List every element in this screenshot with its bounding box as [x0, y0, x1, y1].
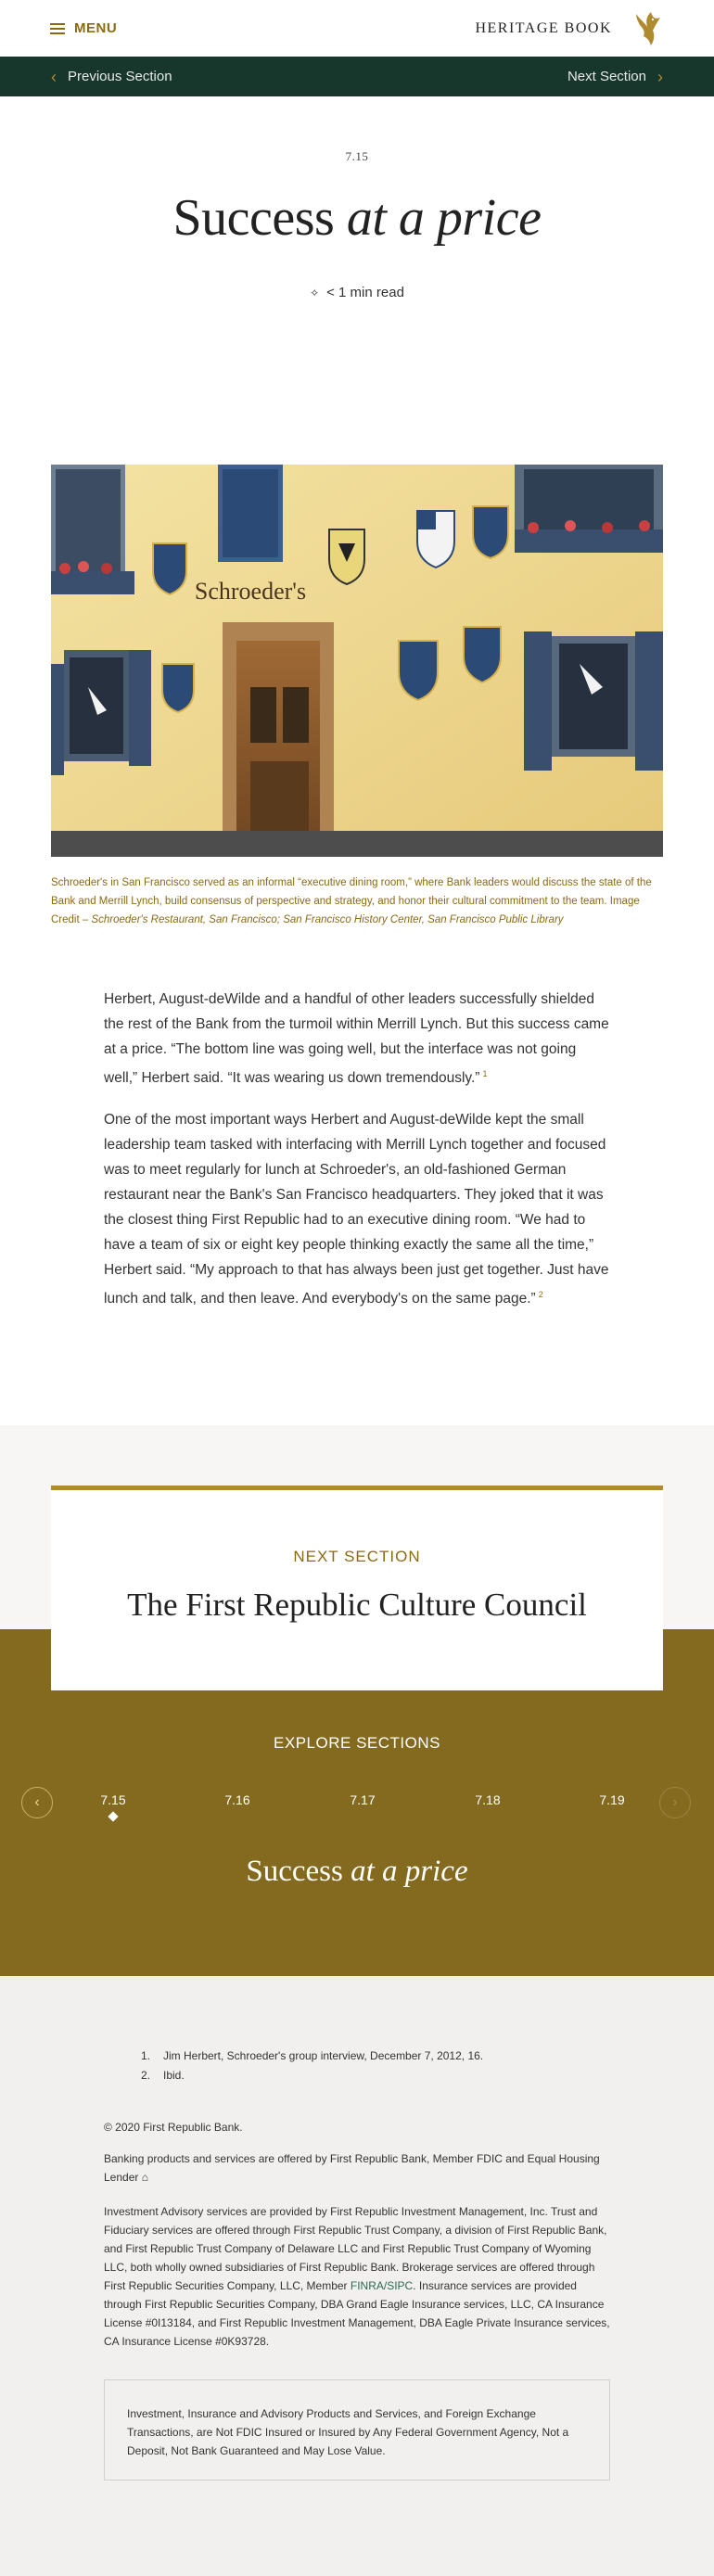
- section-nav: ‹ Previous Section Next Section ›: [0, 57, 714, 96]
- chevron-left-icon: ‹: [51, 67, 57, 86]
- carousel-item-label: 7.18: [475, 1792, 501, 1807]
- chevron-right-icon: ›: [657, 67, 663, 86]
- hamburger-icon: [50, 22, 65, 34]
- carousel-item-label: 7.17: [350, 1792, 376, 1807]
- footer: 1. Jim Herbert, Schroeder's group intervi…: [0, 1976, 714, 2576]
- paragraph: Herbert, August-deWilde and a handful of…: [104, 987, 610, 1090]
- title-italic: at a price: [346, 189, 542, 247]
- carousel-item[interactable]: 7.17: [335, 1792, 390, 1807]
- sparkle-icon: ✧: [310, 286, 320, 300]
- footnote-number: 1.: [141, 2049, 151, 2062]
- footnote-item: 1. Jim Herbert, Schroeder's group intervi…: [141, 2047, 610, 2066]
- read-time: ✧ < 1 min read: [0, 285, 714, 300]
- investment-notice: Investment Advisory services are provide…: [104, 2202, 610, 2351]
- section-number: 7.15: [345, 149, 369, 163]
- carousel-item[interactable]: 7.18: [460, 1792, 516, 1807]
- figure: Schroeder's Schroeder's in San Francisco…: [0, 465, 714, 929]
- footnote-link[interactable]: 1: [482, 1069, 487, 1078]
- article-body: Herbert, August-deWilde and a handful of…: [0, 929, 714, 1425]
- explore-sections-heading: EXPLORE SECTIONS: [274, 1734, 440, 1752]
- restaurant-photo: Schroeder's: [51, 465, 663, 857]
- finra-sipc-link[interactable]: FINRA/SIPC: [351, 2279, 413, 2292]
- next-section-link[interactable]: Next Section ›: [567, 69, 663, 85]
- explore-current-title: Success at a price: [0, 1855, 714, 1889]
- next-section-title: The First Republic Culture Council: [127, 1587, 587, 1623]
- image-caption: Schroeder's in San Francisco served as a…: [51, 874, 663, 929]
- sign-text: Schroeder's: [195, 578, 306, 605]
- copyright: © 2020 First Republic Bank.: [104, 2121, 243, 2134]
- carousel-item[interactable]: 7.19: [584, 1792, 640, 1807]
- disclaimer-box: Investment, Insurance and Advisory Produ…: [104, 2379, 610, 2480]
- explore-title-plain: Success: [246, 1855, 351, 1888]
- footnote-number: 2.: [141, 2069, 151, 2082]
- carousel-item-label: 7.15: [100, 1792, 126, 1807]
- previous-section-label: Previous Section: [68, 69, 172, 84]
- banking-text: Banking products and services are offere…: [104, 2152, 600, 2184]
- paragraph-text: Herbert, August-deWilde and a handful of…: [104, 991, 609, 1087]
- chevron-left-icon: ‹: [34, 1794, 40, 1810]
- next-section-card[interactable]: NEXT SECTION The First Republic Culture …: [51, 1486, 663, 1690]
- read-time-label: < 1 min read: [326, 285, 404, 300]
- footnote-link[interactable]: 2: [539, 1290, 543, 1299]
- brand-title: HERITAGE BOOK: [475, 19, 612, 36]
- caption-credit: Schroeder's Restaurant, San Francisco; S…: [91, 914, 564, 925]
- footnotes-list: 1. Jim Herbert, Schroeder's group intervi…: [141, 2047, 610, 2085]
- title-plain: Success: [172, 189, 347, 247]
- equal-housing-icon: ⌂: [141, 2171, 148, 2184]
- previous-section-link[interactable]: ‹ Previous Section: [51, 69, 172, 85]
- hero: 7.15 Success at a price ✧ < 1 min read: [0, 96, 714, 465]
- chevron-right-icon: ›: [672, 1794, 678, 1810]
- menu-label: MENU: [74, 20, 118, 36]
- menu-button[interactable]: MENU: [50, 20, 117, 36]
- banking-notice: Banking products and services are offere…: [104, 2149, 610, 2187]
- eagle-logo-icon: [636, 11, 660, 45]
- carousel-item-label: 7.19: [599, 1792, 625, 1807]
- paragraph: One of the most important ways Herbert a…: [104, 1107, 610, 1311]
- page-title: Success at a price: [0, 188, 714, 248]
- carousel-prev-button[interactable]: ‹: [21, 1787, 53, 1818]
- footnote-text: Ibid.: [163, 2069, 185, 2082]
- section-carousel: ‹ 7.15 7.16 7.17 7.18 7.19 ›: [0, 1787, 714, 1843]
- next-and-explore: NEXT SECTION The First Republic Culture …: [0, 1425, 714, 1976]
- explore-title-italic: at a price: [351, 1855, 468, 1888]
- carousel-next-button[interactable]: ›: [659, 1787, 691, 1818]
- site-header: MENU HERITAGE BOOK: [0, 0, 714, 57]
- next-section-heading: NEXT SECTION: [293, 1548, 421, 1565]
- carousel-item-label: 7.16: [224, 1792, 250, 1807]
- carousel-item[interactable]: 7.15: [85, 1792, 141, 1822]
- carousel-item[interactable]: 7.16: [210, 1792, 265, 1807]
- brand[interactable]: HERITAGE BOOK: [475, 10, 664, 47]
- next-section-label: Next Section: [567, 69, 646, 84]
- paragraph-text: One of the most important ways Herbert a…: [104, 1112, 609, 1307]
- active-indicator-icon: [108, 1811, 119, 1822]
- footnote-item: 2. Ibid.: [141, 2066, 610, 2085]
- footnote-text: Jim Herbert, Schroeder's group interview…: [163, 2049, 484, 2062]
